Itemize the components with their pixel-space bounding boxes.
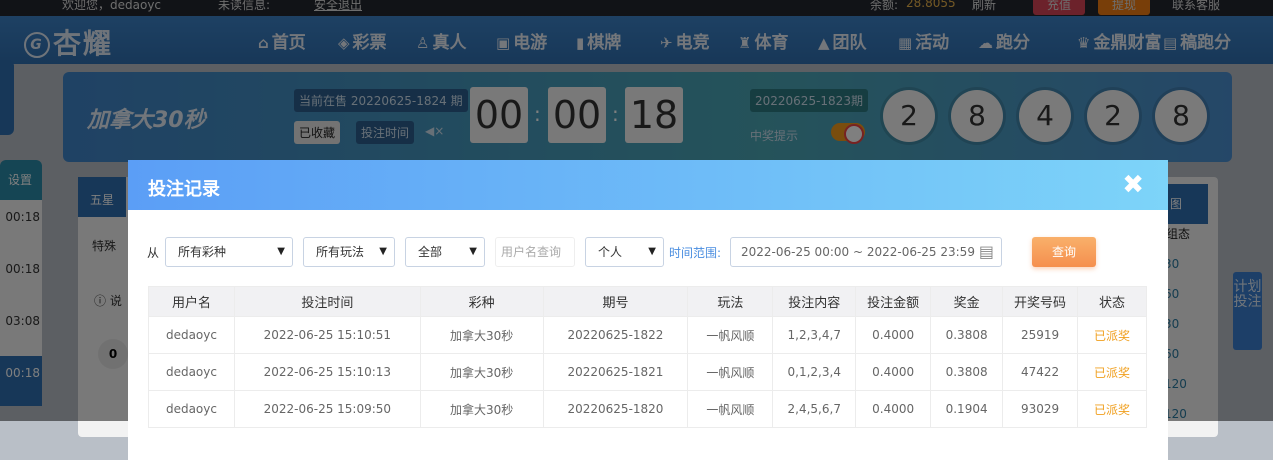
table-cell: 0,1,2,3,4	[772, 353, 857, 391]
table-cell: 1,2,3,4,7	[772, 316, 857, 354]
bet-records-modal: 投注记录 ✖ 从 所有彩种 ▼ 所有玩法 ▼ 全部 ▼ 用户名查询 个人 ▼ 时间范围:…	[128, 160, 1168, 460]
play-select[interactable]: 所有玩法 ▼	[303, 237, 395, 267]
table-cell: 一帆风顺	[687, 353, 774, 391]
table-row[interactable]: dedaoyc 2022-06-25 15:09:50 加拿大30秒 20220625…	[148, 390, 1147, 428]
chevron-down-icon: ▼	[277, 246, 285, 257]
status-select[interactable]: 全部 ▼	[405, 237, 485, 267]
table-cell: 2022-06-25 15:10:13	[233, 353, 421, 391]
from-label: 从	[147, 246, 160, 260]
lottery-select[interactable]: 所有彩种 ▼	[165, 237, 293, 267]
table-cell: 20220625-1822	[542, 316, 689, 354]
table-cell: 0.4000	[855, 316, 932, 354]
username-input[interactable]: 用户名查询	[495, 237, 575, 267]
table-cell: 25919	[1002, 316, 1079, 354]
table-cell: 93029	[1002, 390, 1079, 428]
table-cell: 20220625-1820	[542, 390, 689, 428]
table-cell: 已派奖	[1077, 316, 1147, 354]
column-header: 开奖号码	[1002, 286, 1079, 317]
table-cell: 已派奖	[1077, 390, 1147, 428]
table-cell: 47422	[1002, 353, 1079, 391]
column-header: 投注时间	[233, 286, 421, 317]
column-header: 期号	[542, 286, 689, 317]
table-row[interactable]: dedaoyc 2022-06-25 15:10:13 加拿大30秒 20220625…	[148, 353, 1147, 391]
modal-title: 投注记录	[148, 179, 220, 200]
column-header: 投注内容	[772, 286, 857, 317]
time-range-label: 时间范围:	[669, 246, 722, 260]
modal-header: 投注记录 ✖	[128, 160, 1168, 210]
table-cell: 0.3808	[930, 353, 1004, 391]
chevron-down-icon: ▼	[379, 246, 387, 257]
scope-select[interactable]: 个人 ▼	[585, 237, 664, 267]
table-cell: 2022-06-25 15:09:50	[233, 390, 421, 428]
time-range-input[interactable]: 2022-06-25 00:00 ~ 2022-06-25 23:59 ▤	[730, 237, 1002, 267]
query-button[interactable]: 查询	[1032, 237, 1096, 267]
column-header: 投注金额	[855, 286, 932, 317]
column-header: 用户名	[148, 286, 235, 317]
table-row[interactable]: dedaoyc 2022-06-25 15:10:51 加拿大30秒 20220625…	[148, 316, 1147, 354]
table-cell: 20220625-1821	[542, 353, 689, 391]
column-header: 彩种	[419, 286, 544, 317]
table-cell: 0.4000	[855, 390, 932, 428]
table-cell: 一帆风顺	[687, 390, 774, 428]
table-cell: 已派奖	[1077, 353, 1147, 391]
table-cell: 加拿大30秒	[419, 316, 544, 354]
calendar-icon: ▤	[978, 242, 994, 261]
table-cell: 一帆风顺	[687, 316, 774, 354]
chevron-down-icon: ▼	[648, 246, 656, 257]
table-cell: dedaoyc	[148, 353, 235, 391]
table-cell: 加拿大30秒	[419, 390, 544, 428]
column-header: 玩法	[687, 286, 774, 317]
column-header: 奖金	[930, 286, 1004, 317]
table-cell: 加拿大30秒	[419, 353, 544, 391]
close-icon[interactable]: ✖	[1122, 170, 1144, 200]
table-cell: dedaoyc	[148, 316, 235, 354]
column-header: 状态	[1077, 286, 1147, 317]
table-cell: 0.1904	[930, 390, 1004, 428]
chevron-down-icon: ▼	[469, 246, 477, 257]
table-cell: 2022-06-25 15:10:51	[233, 316, 421, 354]
bet-records-table: 用户名 投注时间 彩种 期号 玩法 投注内容 投注金额 奖金 开奖号码 状态 dedaoyc 202…	[148, 286, 1147, 428]
table-cell: 2,4,5,6,7	[772, 390, 857, 428]
table-cell: 0.3808	[930, 316, 1004, 354]
table-cell: dedaoyc	[148, 390, 235, 428]
table-cell: 0.4000	[855, 353, 932, 391]
